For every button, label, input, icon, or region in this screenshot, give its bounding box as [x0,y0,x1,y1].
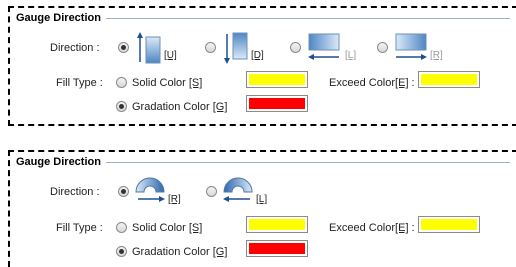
gradation-color-radio[interactable] [116,101,127,112]
direction-label: Direction : [50,42,100,54]
direction-arc-left-key: [L] [256,194,268,205]
direction-down-radio[interactable] [205,42,216,53]
group-title: Gauge Direction [16,12,105,24]
solid-color-option[interactable]: Solid Color [S] [132,222,202,234]
solid-color-radio[interactable] [116,77,127,88]
direction-down-key: [D] [251,50,264,61]
direction-right-radio[interactable] [377,42,388,53]
solid-color-swatch[interactable] [246,216,308,233]
exceed-color-swatch[interactable] [418,71,480,88]
horizontal-bar-right-icon [395,33,427,60]
gradation-color-option[interactable]: Gradation Color [G] [132,101,227,113]
direction-left-key: [L] [345,50,357,61]
solid-color-option[interactable]: Solid Color [S] [132,77,202,89]
vertical-bar-up-icon [137,32,161,64]
gradation-color-swatch[interactable] [246,95,308,112]
fill-type-label: Fill Type : [56,77,103,89]
gradation-color-swatch[interactable] [246,240,308,257]
gauge-direction-panel-1: Gauge Direction Direction : [U] [D] [L] … [8,6,516,126]
direction-up-key: [U] [164,50,177,61]
exceed-color-swatch[interactable] [418,216,480,233]
direction-arc-right-radio[interactable] [118,186,129,197]
group-title: Gauge Direction [16,156,105,168]
direction-arc-right-key: [R] [168,194,181,205]
arc-gauge-right-icon [135,177,165,202]
direction-arc-left-radio[interactable] [206,186,217,197]
arc-gauge-left-icon [223,177,253,202]
direction-up-radio[interactable] [118,42,129,53]
group-divider [106,162,510,163]
gradation-color-option[interactable]: Gradation Color [G] [132,246,227,258]
group-divider [106,18,510,19]
direction-right-key: [R] [430,50,443,61]
exceed-color-label: Exceed Color[E] : [329,222,415,234]
horizontal-bar-left-icon [308,33,340,60]
solid-color-radio[interactable] [116,222,127,233]
fill-type-label: Fill Type : [56,222,103,234]
vertical-bar-down-icon [224,32,248,64]
solid-color-swatch[interactable] [246,71,308,88]
exceed-color-label: Exceed Color[E] : [329,77,415,89]
gradation-color-radio[interactable] [116,246,127,257]
gauge-direction-panel-2: Gauge Direction Direction : [R] [L] Fill… [8,150,516,267]
direction-label: Direction : [50,186,100,198]
direction-left-radio[interactable] [290,42,301,53]
